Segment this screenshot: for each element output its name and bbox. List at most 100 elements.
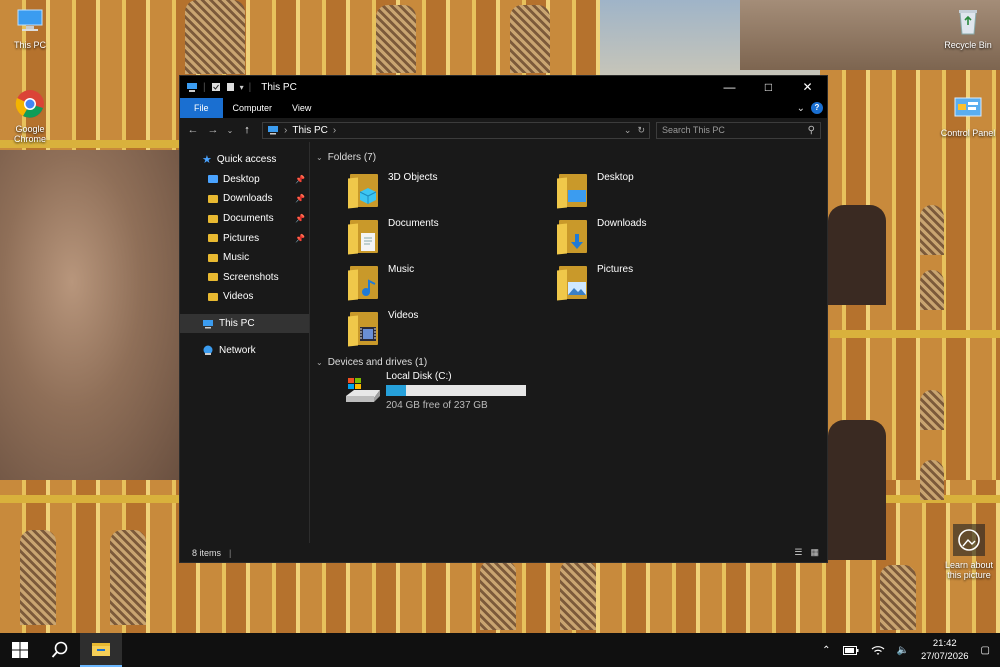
tab-view[interactable]: View (282, 98, 321, 118)
desktop-icon-chrome[interactable]: Google Chrome (0, 88, 60, 144)
wifi-icon[interactable] (871, 644, 885, 656)
refresh-icon[interactable]: ↻ (637, 125, 645, 136)
folder-downloads[interactable]: Downloads (557, 218, 647, 255)
folder-label: Music (388, 264, 415, 275)
nav-item-downloads[interactable]: Downloads 📌 (180, 189, 309, 209)
folder-documents[interactable]: Documents (348, 218, 439, 255)
network-icon (203, 345, 213, 355)
item-count: 8 items (192, 547, 222, 558)
new-folder-icon[interactable] (226, 82, 235, 92)
close-button[interactable]: ✕ (788, 76, 827, 98)
large-icons-view-icon[interactable]: ▦ (810, 547, 819, 558)
folder-desktop[interactable]: Desktop (557, 172, 634, 209)
desktop-icon-learn-picture[interactable]: Learn about this picture (938, 524, 1000, 580)
back-arrow-icon[interactable]: ← (186, 124, 200, 136)
separator: | (248, 81, 252, 93)
folder-label: Desktop (597, 172, 634, 183)
nav-label: Screenshots (223, 271, 279, 283)
nav-item-documents[interactable]: Documents 📌 (180, 209, 309, 229)
nav-item-screenshots[interactable]: Screenshots (180, 268, 309, 288)
folder-music[interactable]: Music (348, 264, 415, 301)
folders-group-header[interactable]: ⌄ Folders (7) (316, 152, 376, 163)
show-hidden-icons-icon[interactable]: ⌃ (822, 645, 830, 656)
nav-label: Downloads (223, 193, 273, 205)
start-button[interactable] (0, 633, 40, 667)
search-placeholder: Search This PC (662, 125, 725, 135)
taskbar: ⌃ 🔈 21:42 27/07/2026 ▢ (0, 633, 1000, 667)
taskbar-file-explorer[interactable] (80, 633, 122, 667)
properties-icon[interactable] (211, 82, 221, 92)
address-box[interactable]: › This PC › ⌄ ↻ (262, 121, 650, 139)
breadcrumb-chevron-icon[interactable]: › (333, 125, 336, 136)
this-pc-icon (203, 319, 213, 329)
downloads-folder-icon (208, 194, 218, 203)
desktop-icon-control-panel[interactable]: Control Panel (938, 92, 998, 138)
drive-usage-bar (386, 385, 526, 396)
address-bar-row: ← → ⌄ ↑ › This PC › ⌄ ↻ Search This PC ⚲ (180, 118, 827, 142)
nav-network[interactable]: Network (180, 340, 309, 360)
notifications-icon[interactable]: ▢ (981, 645, 990, 656)
tab-computer[interactable]: Computer (223, 98, 283, 118)
drive-name[interactable]: Local Disk (C:) (386, 371, 452, 382)
pin-icon[interactable]: 📌 (295, 214, 305, 223)
desktop-folder-icon (208, 175, 218, 184)
minimize-button[interactable]: — (710, 76, 749, 98)
desktop-icon-this-pc[interactable]: This PC (0, 4, 60, 50)
nav-label: This PC (219, 318, 255, 330)
folder-videos[interactable]: Videos (348, 310, 419, 347)
pin-icon[interactable]: 📌 (295, 194, 305, 203)
group-label: Folders (7) (327, 152, 377, 163)
drives-group-header[interactable]: ⌄ Devices and drives (1) (316, 357, 427, 368)
this-pc-icon (17, 9, 43, 31)
recent-locations-icon[interactable]: ⌄ (226, 126, 234, 135)
pin-icon[interactable]: 📌 (295, 234, 305, 243)
clock-date: 27/07/2026 (921, 651, 969, 662)
folder-pictures[interactable]: Pictures (557, 264, 634, 301)
folder-label: Downloads (597, 218, 647, 229)
search-input[interactable]: Search This PC ⚲ (656, 121, 821, 139)
recycle-bin-icon (959, 10, 977, 35)
quick-access-toolbar: | ▾ | (180, 82, 251, 93)
breadcrumb-this-pc[interactable]: This PC (292, 125, 328, 136)
desktop-icon-label: Control Panel (940, 128, 996, 138)
title-bar[interactable]: | ▾ | This PC — □ ✕ (180, 76, 827, 98)
up-arrow-icon[interactable]: ↑ (240, 124, 254, 136)
system-tray: ⌃ 🔈 21:42 27/07/2026 ▢ (822, 637, 1000, 663)
details-view-icon[interactable]: ☰ (794, 547, 802, 558)
nav-quick-access[interactable]: ★ Quick access (180, 150, 309, 170)
nav-label: Desktop (223, 173, 260, 185)
tab-file[interactable]: File (180, 98, 223, 118)
volume-icon[interactable]: 🔈 (897, 645, 909, 656)
desktop-icon-label: Recycle Bin (944, 40, 992, 50)
desktop-icon-recycle-bin[interactable]: Recycle Bin (938, 4, 998, 50)
pin-icon[interactable]: 📌 (295, 175, 305, 184)
chrome-icon (15, 90, 44, 118)
local-disk-icon (346, 378, 380, 402)
drive-free-space: 204 GB free of 237 GB (386, 400, 488, 411)
3d-objects-folder-icon (348, 172, 382, 209)
nav-item-music[interactable]: Music (180, 248, 309, 268)
folder-label: Pictures (597, 264, 634, 275)
folder-3d-objects[interactable]: 3D Objects (348, 172, 438, 209)
nav-this-pc[interactable]: This PC (180, 313, 309, 334)
clock[interactable]: 21:42 27/07/2026 (921, 637, 969, 663)
clock-time: 21:42 (932, 638, 957, 649)
chevron-down-icon: ⌄ (316, 153, 323, 162)
chevron-down-icon[interactable]: ▾ (240, 83, 244, 92)
expand-ribbon-icon[interactable]: ⌄ (797, 103, 805, 114)
folder-label: 3D Objects (388, 172, 438, 183)
forward-arrow-icon[interactable]: → (206, 124, 220, 136)
help-button[interactable]: ? (811, 102, 823, 114)
breadcrumb-chevron-icon[interactable]: › (284, 125, 287, 136)
address-dropdown-icon[interactable]: ⌄ (624, 125, 632, 136)
nav-item-videos[interactable]: Videos (180, 287, 309, 307)
folder-label: Videos (388, 310, 419, 321)
maximize-button[interactable]: □ (749, 76, 788, 98)
battery-icon[interactable] (842, 645, 859, 655)
file-explorer-window[interactable]: | ▾ | This PC — □ ✕ File Computer View ⌄… (179, 75, 828, 563)
nav-item-pictures[interactable]: Pictures 📌 (180, 228, 309, 248)
search-button[interactable] (40, 633, 80, 667)
nav-item-desktop[interactable]: Desktop 📌 (180, 170, 309, 190)
search-icon (51, 641, 68, 658)
chevron-down-icon: ⌄ (316, 358, 323, 367)
